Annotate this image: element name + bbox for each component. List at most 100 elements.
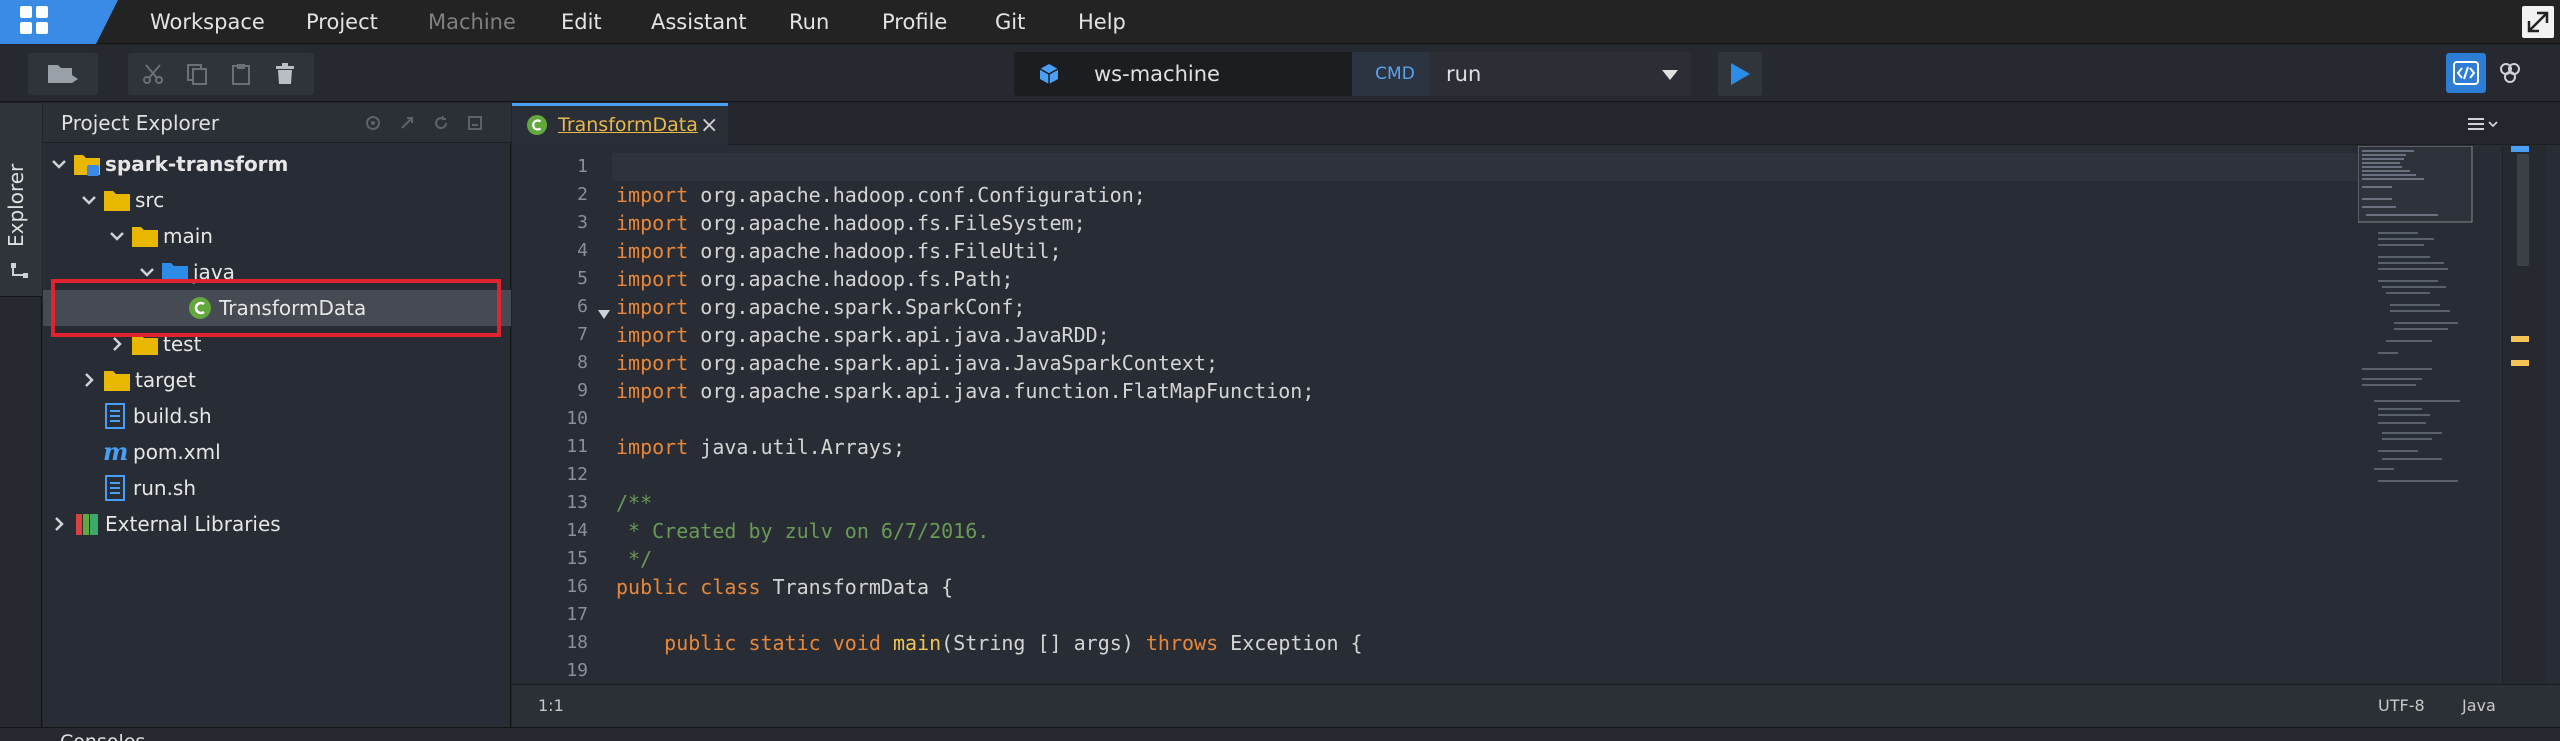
import-project-icon [42, 53, 84, 95]
machine-selector[interactable]: ws-machine CMD run [1014, 52, 1690, 96]
left-sidebar: Explorer [0, 103, 42, 727]
fullscreen-button[interactable] [2522, 6, 2554, 38]
line-number: 7 [577, 324, 588, 345]
line-number: 14 [566, 520, 588, 541]
fold-arrow-icon[interactable] [596, 306, 612, 322]
project-explorer: Project Explorer spark-transform src mai… [43, 103, 511, 727]
editor-tab-transformdata[interactable]: TransformData × [512, 103, 728, 145]
workspace-logo-icon[interactable] [0, 0, 118, 44]
editor-menu-button[interactable] [2462, 111, 2504, 137]
minimize-panel-icon[interactable] [463, 111, 487, 135]
line-number: 4 [577, 240, 588, 261]
menu-machine[interactable]: Machine [428, 0, 516, 44]
tree-item-run-sh[interactable]: run.sh [43, 470, 511, 506]
tree-item-pom-xml[interactable]: m pom.xml [43, 434, 511, 470]
line-number: 5 [577, 268, 588, 289]
text-file-icon [105, 475, 125, 501]
delete-icon[interactable] [264, 53, 306, 95]
tree-item-label: build.sh [133, 404, 212, 428]
code-line: import org.apache.spark.api.java.JavaRDD… [616, 323, 1110, 347]
explorer-title: Project Explorer [61, 111, 220, 135]
tree-item-target[interactable]: target [43, 362, 511, 398]
code-content[interactable]: import org.apache.hadoop.conf.Configurat… [616, 146, 2436, 684]
cmd-badge: CMD [1352, 52, 1438, 96]
explorer-tab[interactable]: Explorer [0, 103, 42, 297]
library-icon [76, 514, 98, 535]
code-line: /** [616, 491, 653, 515]
paste-icon[interactable] [220, 53, 262, 95]
line-number: 13 [566, 492, 588, 513]
tree-item-label: main [163, 224, 213, 248]
tree-item-label: spark-transform [105, 152, 289, 176]
text-file-icon [105, 403, 125, 429]
machines-icon [2500, 63, 2520, 83]
menu-workspace[interactable]: Workspace [150, 0, 265, 44]
java-class-icon [527, 115, 547, 135]
menu-assistant[interactable]: Assistant [651, 0, 747, 44]
import-project-button[interactable] [28, 53, 98, 95]
refresh-icon[interactable] [429, 111, 453, 135]
maven-icon: m [103, 439, 128, 465]
file-language[interactable]: Java [2462, 685, 2496, 727]
editor-tab-bar: TransformData × [512, 103, 2560, 145]
code-icon [2453, 61, 2479, 85]
machines-button[interactable] [2490, 53, 2530, 93]
warning-marker[interactable] [2511, 336, 2529, 342]
scroll-position-marker [2511, 146, 2529, 152]
chevron-down-icon [1662, 70, 1678, 80]
line-number: 12 [566, 464, 588, 485]
command-select[interactable]: run [1430, 52, 1690, 96]
tree-item-main[interactable]: main [43, 218, 511, 254]
vertical-scrollbar[interactable] [2502, 146, 2546, 684]
toolbar: ws-machine CMD run [0, 45, 2560, 102]
run-button[interactable] [1718, 52, 1762, 96]
code-minimap[interactable] [2358, 146, 2488, 684]
tree-item-label: pom.xml [133, 440, 221, 464]
menu-edit[interactable]: Edit [561, 0, 602, 44]
warning-marker[interactable] [2511, 360, 2529, 366]
tree-item-label: target [135, 368, 196, 392]
menu-profile[interactable]: Profile [882, 0, 947, 44]
chevron-right-icon [85, 373, 94, 387]
editor-area: TransformData × 1 2 3 4 5 6 7 8 9 10 11 12 13 14 15 16 1… [512, 103, 2560, 727]
chevron-right-icon [113, 337, 122, 351]
copy-icon[interactable] [176, 53, 218, 95]
edit-actions-group [128, 53, 314, 95]
folder-icon [132, 227, 158, 247]
tree-item-label: External Libraries [105, 512, 281, 536]
menu-project[interactable]: Project [306, 0, 378, 44]
code-line: import org.apache.hadoop.fs.Path; [616, 267, 1014, 291]
line-number: 1 [577, 156, 588, 177]
reveal-icon[interactable] [361, 111, 385, 135]
close-tab-button[interactable]: × [700, 106, 718, 145]
line-number: 15 [566, 548, 588, 569]
code-line: public static void main(String [] args) … [664, 631, 1363, 655]
collapse-all-icon[interactable] [395, 111, 419, 135]
consoles-title: Consoles [60, 731, 145, 741]
line-number: 2 [577, 184, 588, 205]
chevron-right-icon [55, 517, 64, 531]
chevron-down-icon [52, 160, 66, 169]
cut-icon[interactable] [132, 53, 174, 95]
cursor-position[interactable]: 1:1 [538, 685, 564, 727]
file-encoding[interactable]: UTF-8 [2378, 685, 2425, 727]
code-line: public class TransformData { [616, 575, 954, 599]
scrollbar-thumb[interactable] [2517, 154, 2529, 266]
tree-item-build-sh[interactable]: build.sh [43, 398, 511, 434]
svg-text:m: m [103, 439, 128, 465]
tree-item-src[interactable]: src [43, 182, 511, 218]
code-line: */ [616, 547, 653, 571]
line-number: 11 [566, 436, 588, 457]
tree-item-spark-transform[interactable]: spark-transform [43, 146, 511, 182]
line-number: 9 [577, 380, 588, 401]
folder-icon [104, 371, 130, 391]
menu-run[interactable]: Run [789, 0, 829, 44]
menu-git[interactable]: Git [995, 0, 1025, 44]
hierarchy-icon [11, 263, 28, 278]
tree-item-external-libraries[interactable]: External Libraries [43, 506, 511, 542]
editor-mode-button[interactable] [2446, 53, 2486, 93]
line-number: 3 [577, 212, 588, 233]
selection-highlight-outline [51, 279, 501, 337]
menu-help[interactable]: Help [1078, 0, 1126, 44]
line-number: 18 [566, 632, 588, 653]
